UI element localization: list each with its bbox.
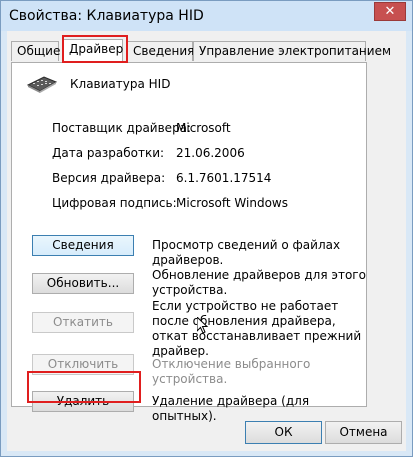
driver-panel: Клавиатура HID Поставщик драйвера: Micro… — [11, 62, 367, 423]
device-name: Клавиатура HID — [70, 77, 171, 91]
update-driver-button[interactable]: Обновить... — [32, 273, 134, 294]
tab-general[interactable]: Общие — [11, 41, 60, 61]
driver-provider-value: Microsoft — [176, 121, 231, 135]
roll-back-driver-description: Если устройство не работает после обновл… — [152, 299, 362, 358]
mouse-cursor-icon — [196, 315, 209, 338]
driver-version-value: 6.1.7601.17514 — [176, 171, 272, 185]
roll-back-driver-button[interactable]: Откатить — [32, 312, 134, 333]
driver-date-value: 21.06.2006 — [176, 146, 245, 160]
driver-details-description: Просмотр сведений о файлах драйверов. — [152, 238, 341, 267]
window-title: Свойства: Клавиатура HID — [9, 8, 204, 24]
keyboard-icon — [26, 73, 58, 96]
disable-device-description: Отключение выбранного устройства. — [152, 357, 311, 386]
title-bar[interactable]: Свойства: Клавиатура HID ✕ — [1, 1, 412, 31]
tab-driver[interactable]: Драйвер — [63, 39, 123, 63]
update-driver-description: Обновление драйверов для этого устройств… — [152, 268, 366, 297]
driver-date-label: Дата разработки: — [52, 146, 165, 160]
digital-signature-label: Цифровая подпись: — [52, 196, 177, 210]
tab-power-management[interactable]: Управление электропитанием — [193, 41, 391, 61]
disable-device-button[interactable]: Отключить — [32, 354, 134, 375]
close-button[interactable]: ✕ — [374, 2, 406, 21]
driver-provider-label: Поставщик драйвера: — [52, 121, 192, 135]
uninstall-driver-button[interactable]: Удалить — [32, 391, 134, 412]
ok-button[interactable]: ОК — [245, 421, 322, 444]
dialog-client-area: Общие Драйвер Сведения Управление электр… — [7, 31, 406, 451]
properties-window: Свойства: Клавиатура HID ✕ Общие Драйвер… — [0, 0, 413, 457]
cancel-button[interactable]: Отмена — [325, 421, 402, 444]
uninstall-driver-description: Удаление драйвера (для опытных). — [152, 394, 310, 423]
driver-version-label: Версия драйвера: — [52, 171, 166, 185]
digital-signature-value: Microsoft Windows — [176, 196, 288, 210]
driver-details-button[interactable]: Сведения — [32, 235, 134, 256]
tab-details[interactable]: Сведения — [127, 41, 194, 61]
